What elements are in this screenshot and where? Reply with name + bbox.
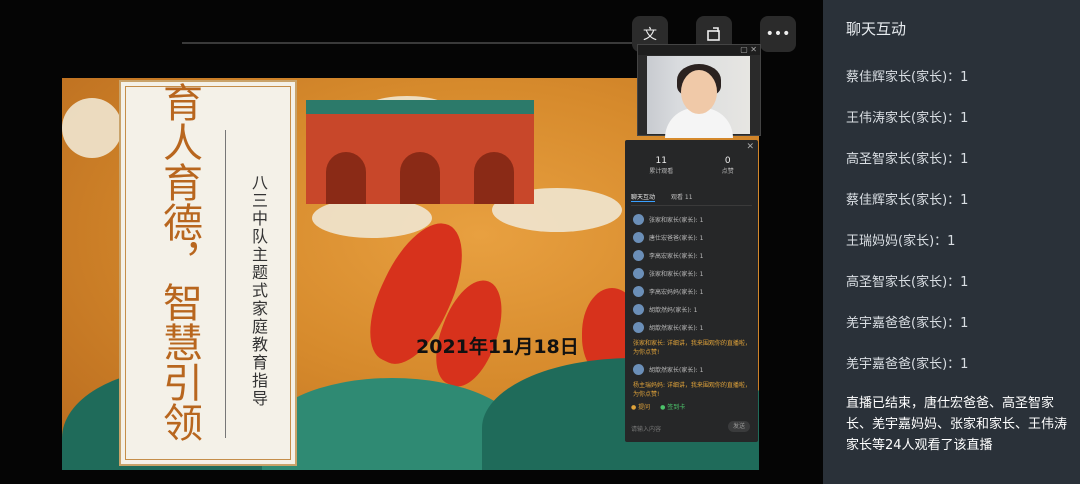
notice-message: 杨主瑞妈妈: 详细讲，我来围观你的直播啦，为你点赞! [633, 382, 751, 398]
slide-subtitle: 八三中队主题式家庭教育指导 [249, 174, 268, 408]
tab-viewers[interactable]: 观看 11 [671, 192, 693, 202]
card-divider [225, 130, 226, 438]
tab-chat[interactable]: 聊天互动 [631, 192, 656, 202]
list-item: 张家和家长(家长): 1 [633, 210, 752, 228]
avatar [633, 321, 644, 333]
list-item: 胡歆然家长(家长): 1 [633, 318, 752, 336]
stat-likes: 0 点赞 [722, 156, 734, 175]
progress-track [182, 42, 637, 44]
send-button[interactable]: 发送 [728, 421, 750, 432]
mini-tabs: 聊天互动 观看 11 [631, 192, 752, 206]
message-text: 李高宏家长(家长): 1 [649, 252, 704, 260]
close-icon[interactable]: ✕ [746, 142, 754, 152]
presenter-face [681, 70, 717, 114]
message-text: 李高宏妈妈(家长): 1 [649, 288, 704, 296]
message-text: 唐仕宏爸爸(家长): 1 [649, 234, 704, 242]
rotate-icon [707, 27, 720, 41]
presenter-video [647, 56, 750, 138]
stat-views: 11 累计观看 [649, 156, 673, 175]
chat-message: 羌宇嘉爸爸(家长)：1 [846, 316, 969, 331]
gate-door [400, 152, 440, 204]
avatar [633, 213, 644, 225]
cloud-shape [312, 198, 432, 238]
live-ended-note: 直播已结束，唐仕宏爸爸、高圣智家长、羌宇嘉妈妈、张家和家长、王伟涛家长等24人观… [846, 396, 1068, 453]
list-item: 唐仕宏爸爸(家长): 1 [633, 228, 752, 246]
gate-door [474, 152, 514, 204]
avatar [633, 231, 644, 243]
gate-illustration [306, 100, 534, 204]
mini-chat-panel: ✕ 11 累计观看 0 点赞 聊天互动 观看 11 张家和家长(家长): 1 唐仕宏… [625, 140, 758, 442]
gate-door [326, 152, 366, 204]
stat-value: 0 [724, 156, 731, 166]
cloud-shape [62, 98, 122, 158]
stat-label: 点赞 [721, 168, 734, 175]
message-text: 胡歆然妈(家长): 1 [649, 306, 698, 314]
stat-label: 累计观看 [649, 168, 674, 175]
title-card: 育人育德，智慧引领 八三中队主题式家庭教育指导 [119, 80, 297, 466]
chat-input[interactable]: 请输入内容 [631, 424, 661, 433]
list-item: 胡歆然妈(家长): 1 [633, 300, 752, 318]
chat-message: 蔡佳辉家长(家长)：1 [846, 193, 969, 208]
caption-icon: 文 [643, 27, 657, 43]
message-text: 张家和家长(家长): 1 [649, 270, 704, 278]
chat-message: 蔡佳辉家长(家长)：1 [846, 70, 969, 85]
slide-title: 育人育德，智慧引领 [156, 82, 202, 442]
live-stage: 文 ••• 育人育德，智慧引领 八三中队主题式家庭教育指导 2021年11月18… [0, 0, 823, 484]
chat-message: 高圣智家长(家长)：1 [846, 152, 969, 167]
slide-date: 2021年11月18日 [416, 336, 579, 358]
list-item: 张家和家长(家长): 1 [633, 264, 752, 282]
list-item: 李高宏妈妈(家长): 1 [633, 282, 752, 300]
notice-message: 张家和家长: 详细讲，我来围观你的直播啦，为你点赞! [633, 340, 751, 356]
more-button[interactable]: ••• [760, 16, 796, 52]
list-item: 胡歆然家长(家长): 1 [633, 360, 752, 378]
list-item: 李高宏家长(家长): 1 [633, 246, 752, 264]
avatar [633, 285, 644, 297]
chat-message: 王瑞妈妈(家长)：1 [846, 234, 956, 249]
panel-title: 聊天互动 [846, 20, 907, 38]
avatar [633, 249, 644, 261]
message-text: 胡歆然家长(家长): 1 [649, 324, 704, 332]
mini-message-list: 张家和家长(家长): 1 唐仕宏爸爸(家长): 1 李高宏家长(家长): 1 张… [633, 210, 752, 402]
signin-button[interactable]: ● 签到卡 [660, 402, 685, 411]
message-text: 胡歆然家长(家长): 1 [649, 366, 704, 374]
camera-window[interactable]: ▢ ✕ [637, 44, 761, 138]
avatar [633, 267, 644, 279]
chat-message: 王伟涛家长(家长)：1 [846, 111, 969, 126]
stat-value: 11 [655, 156, 667, 166]
camera-window-controls[interactable]: ▢ ✕ [638, 45, 760, 55]
ask-button[interactable]: ● 提问 [631, 402, 650, 411]
avatar [633, 303, 644, 315]
stats-row: 11 累计观看 0 点赞 [625, 156, 758, 175]
avatar [633, 363, 644, 375]
chat-panel: 聊天互动 蔡佳辉家长(家长)：1 王伟涛家长(家长)：1 高圣智家长(家长)：1… [823, 0, 1080, 484]
chat-message: 羌宇嘉爸爸(家长)：1 [846, 357, 969, 372]
more-icon: ••• [765, 26, 791, 42]
message-text: 张家和家长(家长): 1 [649, 216, 704, 224]
mini-actions: ● 提问 ● 签到卡 [631, 402, 685, 411]
chat-message: 高圣智家长(家长)：1 [846, 275, 969, 290]
